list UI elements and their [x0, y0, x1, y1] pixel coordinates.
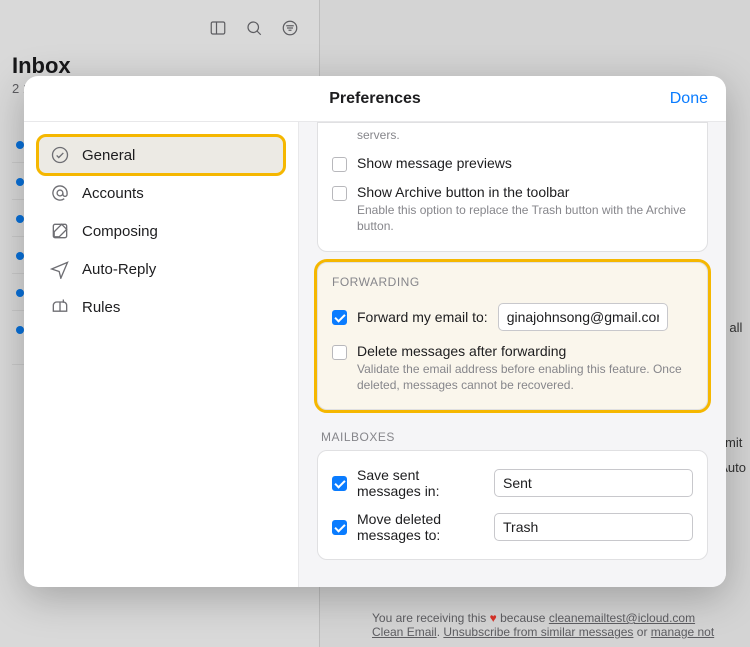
move-deleted-input[interactable] — [494, 513, 693, 541]
option-label: Show message previews — [357, 155, 693, 171]
done-button[interactable]: Done — [670, 90, 708, 108]
option-label: Move deleted messages to: — [357, 511, 484, 543]
save-sent-input[interactable] — [494, 469, 693, 497]
option-forward-email[interactable]: Forward my email to: — [332, 297, 693, 337]
modal-title: Preferences — [329, 90, 421, 108]
at-sign-icon — [50, 183, 70, 203]
option-label: Delete messages after forwarding — [357, 343, 693, 359]
modal-header: Preferences Done — [24, 76, 726, 122]
option-move-deleted[interactable]: Move deleted messages to: — [332, 505, 693, 549]
preferences-modal: Preferences Done General Accounts Compo — [24, 76, 726, 587]
general-options-card: servers. Show message previews Show Arch… — [317, 122, 708, 252]
sidebar-item-rules[interactable]: Rules — [38, 288, 284, 326]
option-label: Show Archive button in the toolbar — [357, 184, 693, 200]
forward-email-input[interactable] — [498, 303, 668, 331]
preferences-sidebar: General Accounts Composing Auto-Reply — [24, 122, 299, 587]
checkbox[interactable] — [332, 520, 347, 535]
sidebar-item-label: Rules — [82, 299, 120, 316]
checkbox[interactable] — [332, 345, 347, 360]
sidebar-item-label: General — [82, 147, 135, 164]
sidebar-item-general[interactable]: General — [38, 136, 284, 174]
option-label: Save sent messages in: — [357, 467, 484, 499]
option-label: Forward my email to: — [357, 309, 488, 325]
sidebar-item-composing[interactable]: Composing — [38, 212, 284, 250]
checkbox[interactable] — [332, 310, 347, 325]
preferences-content[interactable]: servers. Show message previews Show Arch… — [299, 122, 726, 587]
mailboxes-card: Save sent messages in: Move deleted mess… — [317, 450, 708, 560]
check-circle-icon — [50, 145, 70, 165]
checkbox[interactable] — [332, 157, 347, 172]
checkbox[interactable] — [332, 186, 347, 201]
forwarding-card: FORWARDING Forward my email to: Delete m… — [317, 262, 708, 410]
option-show-previews[interactable]: Show message previews — [332, 149, 693, 178]
section-forwarding-label: FORWARDING — [332, 273, 693, 297]
option-desc: Enable this option to replace the Trash … — [357, 202, 693, 234]
option-delete-after-forward[interactable]: Delete messages after forwarding Validat… — [332, 337, 693, 399]
option-save-sent[interactable]: Save sent messages in: — [332, 461, 693, 505]
sidebar-item-accounts[interactable]: Accounts — [38, 174, 284, 212]
sidebar-item-label: Accounts — [82, 185, 144, 202]
sidebar-item-autoreply[interactable]: Auto-Reply — [38, 250, 284, 288]
option-show-archive[interactable]: Show Archive button in the toolbar Enabl… — [332, 178, 693, 240]
checkbox[interactable] — [332, 476, 347, 491]
compose-icon — [50, 221, 70, 241]
server-desc-fragment: servers. — [332, 125, 693, 149]
mailbox-icon — [50, 297, 70, 317]
section-mailboxes-label: MAILBOXES — [317, 420, 708, 450]
option-desc: Validate the email address before enabli… — [357, 361, 693, 393]
sidebar-item-label: Composing — [82, 223, 158, 240]
sidebar-item-label: Auto-Reply — [82, 261, 156, 278]
airplane-icon — [50, 259, 70, 279]
